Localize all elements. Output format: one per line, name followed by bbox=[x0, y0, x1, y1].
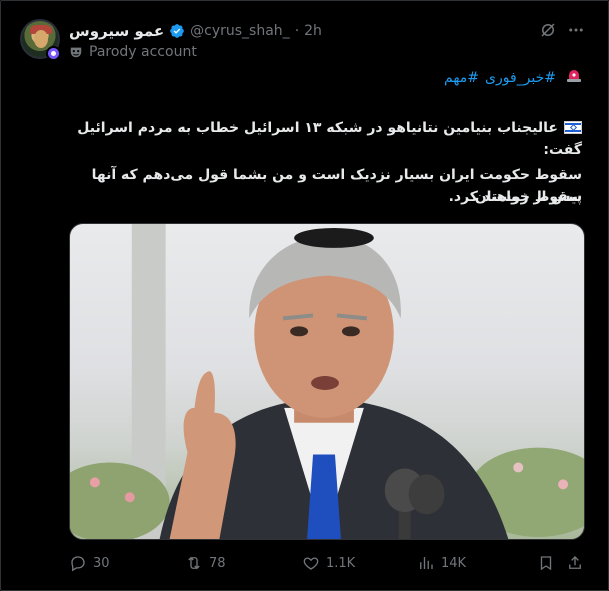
like-count: 1.1K bbox=[326, 555, 356, 571]
photo-illustration bbox=[70, 224, 584, 539]
parody-label: Parody account bbox=[89, 44, 197, 60]
siren-icon bbox=[566, 67, 582, 83]
user-handle[interactable]: @cyrus_shah_ bbox=[190, 23, 290, 39]
tweet-text-intro: عالیجناب بنیامین نتانیاهو در شبکه ۱۳ اسر… bbox=[77, 120, 582, 158]
bookmark-icon bbox=[540, 556, 552, 571]
tweet-text-line: سقوط خواهند کرد. bbox=[448, 189, 582, 205]
timestamp[interactable]: 2h bbox=[304, 23, 322, 39]
bookmark-button[interactable] bbox=[537, 554, 555, 572]
parody-badge-icon bbox=[46, 46, 61, 61]
repost-icon bbox=[188, 556, 200, 570]
avatar-face bbox=[34, 30, 48, 48]
hashtag-link[interactable]: #مهم bbox=[444, 67, 479, 89]
display-name[interactable]: عمو سیروس bbox=[69, 22, 164, 40]
israel-flag-icon bbox=[564, 121, 582, 134]
share-icon bbox=[569, 556, 581, 569]
tweet-photo[interactable] bbox=[69, 223, 585, 540]
repost-count: 78 bbox=[209, 555, 226, 571]
tweet-text-line: عالیجناب بنیامین نتانیاهو در شبکه ۱۳ اسر… bbox=[69, 117, 582, 161]
parody-label-row: Parody account bbox=[69, 44, 197, 60]
hashtag-link[interactable]: #خبر_فوری bbox=[485, 67, 556, 89]
share-button[interactable] bbox=[566, 554, 584, 572]
repost-button[interactable]: 78 bbox=[185, 554, 226, 572]
verified-badge-icon[interactable] bbox=[169, 23, 185, 39]
parody-mask-icon bbox=[70, 47, 82, 58]
separator-dot: · bbox=[294, 23, 300, 39]
heart-icon bbox=[303, 557, 319, 570]
reply-button[interactable]: 30 bbox=[69, 554, 110, 572]
grok-icon[interactable] bbox=[539, 21, 557, 39]
more-icon[interactable] bbox=[567, 21, 585, 39]
reply-icon bbox=[71, 556, 85, 572]
action-bar: 30 78 1.1K 14K bbox=[69, 554, 585, 574]
like-button[interactable]: 1.1K bbox=[302, 554, 355, 572]
reply-count: 30 bbox=[93, 555, 110, 571]
tweet-card: عمو سیروس @cyrus_shah_ · 2h Parody accou… bbox=[0, 0, 609, 591]
hashtag-row: #خبر_فوری #مهم bbox=[69, 67, 582, 89]
views-chart-icon bbox=[420, 557, 433, 569]
view-count: 14K bbox=[441, 555, 467, 571]
views-button[interactable]: 14K bbox=[417, 554, 466, 572]
author-row: عمو سیروس @cyrus_shah_ · 2h bbox=[69, 21, 322, 41]
